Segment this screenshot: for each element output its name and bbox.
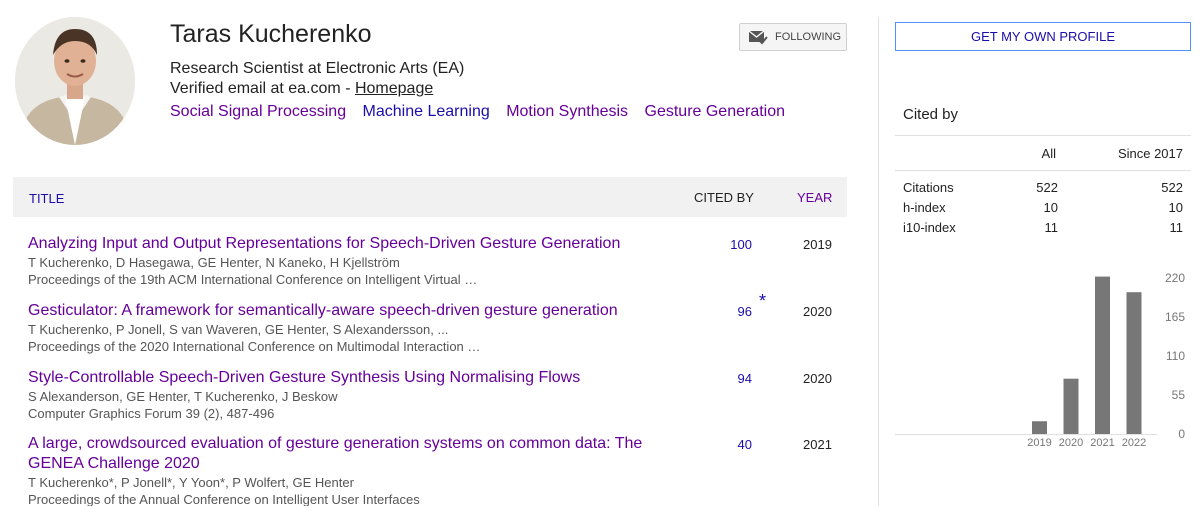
- article-venue: Proceedings of the Annual Conference on …: [28, 492, 420, 506]
- year-column-header[interactable]: YEAR: [797, 190, 832, 205]
- profile-photo: [15, 17, 135, 145]
- article-cited-by-link[interactable]: 96: [716, 304, 752, 319]
- stat-label: h-index: [903, 200, 946, 215]
- profile-affiliation: Research Scientist at Electronic Arts (E…: [170, 60, 465, 77]
- article-authors: T Kucherenko, D Hasegawa, GE Henter, N K…: [28, 255, 400, 270]
- article-row: Style-Controllable Speech-Driven Gesture…: [28, 368, 848, 422]
- stat-all-value: 11: [1044, 220, 1059, 235]
- article-cited-by-link[interactable]: 40: [716, 437, 752, 452]
- stat-all-value: 10: [1043, 200, 1058, 215]
- cited-by-column-header: CITED BY: [694, 190, 754, 205]
- bar-2022[interactable]: [1126, 292, 1142, 434]
- following-button[interactable]: FOLLOWING: [739, 23, 847, 51]
- article-year: 2019: [803, 237, 832, 252]
- article-authors: S Alexanderson, GE Henter, T Kucherenko,…: [28, 389, 338, 404]
- x-tick-label: 2020: [1059, 437, 1083, 449]
- interest-link-motion-synthesis[interactable]: Motion Synthesis: [506, 103, 628, 120]
- article-title-link[interactable]: Analyzing Input and Output Representatio…: [28, 234, 668, 254]
- citations-per-year-chart: 220 165 110 55 0 2019 2020 2021 2022: [895, 271, 1186, 449]
- bar-2020[interactable]: [1063, 378, 1079, 434]
- article-authors: T Kucherenko, P Jonell, S van Waveren, G…: [28, 322, 449, 337]
- article-row: A large, crowdsourced evaluation of gest…: [28, 434, 848, 506]
- stat-since-value: 11: [1169, 220, 1184, 235]
- profile-email: Verified email at ea.com - Homepage: [170, 80, 433, 98]
- stat-all-value: 522: [1036, 180, 1058, 195]
- article-year: 2021: [803, 437, 832, 452]
- x-tick-label: 2021: [1090, 437, 1114, 449]
- article-row: Analyzing Input and Output Representatio…: [28, 234, 848, 288]
- interest-link-gesture-generation[interactable]: Gesture Generation: [645, 103, 786, 120]
- y-tick-label: 110: [1166, 349, 1185, 363]
- article-year: 2020: [803, 371, 832, 386]
- articles-table-header: TITLE CITED BY YEAR: [13, 177, 847, 217]
- article-title-link[interactable]: Style-Controllable Speech-Driven Gesture…: [28, 368, 668, 388]
- research-interests: Social Signal Processing Machine Learnin…: [170, 103, 797, 121]
- article-cited-by-link[interactable]: 94: [716, 371, 752, 386]
- bar-2021[interactable]: [1095, 276, 1110, 434]
- y-tick-label: 220: [1165, 271, 1185, 285]
- interest-link-machine-learning[interactable]: Machine Learning: [363, 103, 490, 120]
- stat-since-value: 10: [1168, 200, 1183, 215]
- article-venue: Computer Graphics Forum 39 (2), 487-496: [28, 406, 275, 421]
- article-row: Gesticulator: A framework for semantical…: [28, 291, 848, 355]
- article-year: 2020: [803, 304, 832, 319]
- since-column-header: Since 2017: [1117, 146, 1183, 161]
- get-my-own-profile-button[interactable]: GET MY OWN PROFILE: [895, 22, 1191, 51]
- article-title-link[interactable]: Gesticulator: A framework for semantical…: [28, 301, 668, 321]
- stats-row-i10-index: i10-index 11 11: [903, 220, 1183, 235]
- stats-row-citations: Citations 522 522: [903, 180, 1183, 195]
- stats-row-h-index: h-index 10 10: [903, 200, 1183, 215]
- x-tick-label: 2022: [1122, 437, 1146, 449]
- article-venue: Proceedings of the 19th ACM Internationa…: [28, 272, 478, 287]
- column-divider: [878, 17, 879, 506]
- y-tick-label: 165: [1165, 310, 1185, 324]
- all-column-header: All: [1041, 146, 1056, 161]
- article-authors: T Kucherenko*, P Jonell*, Y Yoon*, P Wol…: [28, 475, 354, 490]
- cited-by-heading: Cited by: [903, 106, 959, 123]
- article-venue: Proceedings of the 2020 International Co…: [28, 339, 481, 354]
- interest-link-social-signal-processing[interactable]: Social Signal Processing: [170, 103, 346, 120]
- following-label: FOLLOWING: [775, 31, 842, 43]
- title-column-header[interactable]: TITLE: [29, 191, 64, 206]
- article-title-link[interactable]: A large, crowdsourced evaluation of gest…: [28, 434, 668, 474]
- divider: [895, 170, 1191, 171]
- y-tick-label: 0: [1178, 427, 1185, 441]
- x-tick-label: 2019: [1027, 437, 1051, 449]
- y-tick-label: 55: [1172, 388, 1186, 402]
- homepage-link[interactable]: Homepage: [355, 80, 433, 97]
- article-cited-by-link[interactable]: 100: [716, 237, 752, 252]
- divider: [895, 135, 1191, 136]
- mail-check-icon: [748, 29, 768, 45]
- stat-label: i10-index: [903, 220, 956, 235]
- verified-email-text: Verified email at ea.com -: [170, 80, 355, 97]
- stat-label: Citations: [903, 180, 954, 195]
- merged-citations-star[interactable]: *: [759, 291, 766, 312]
- bar-2019[interactable]: [1032, 421, 1047, 434]
- stat-since-value: 522: [1161, 180, 1183, 195]
- profile-name: Taras Kucherenko: [170, 20, 372, 48]
